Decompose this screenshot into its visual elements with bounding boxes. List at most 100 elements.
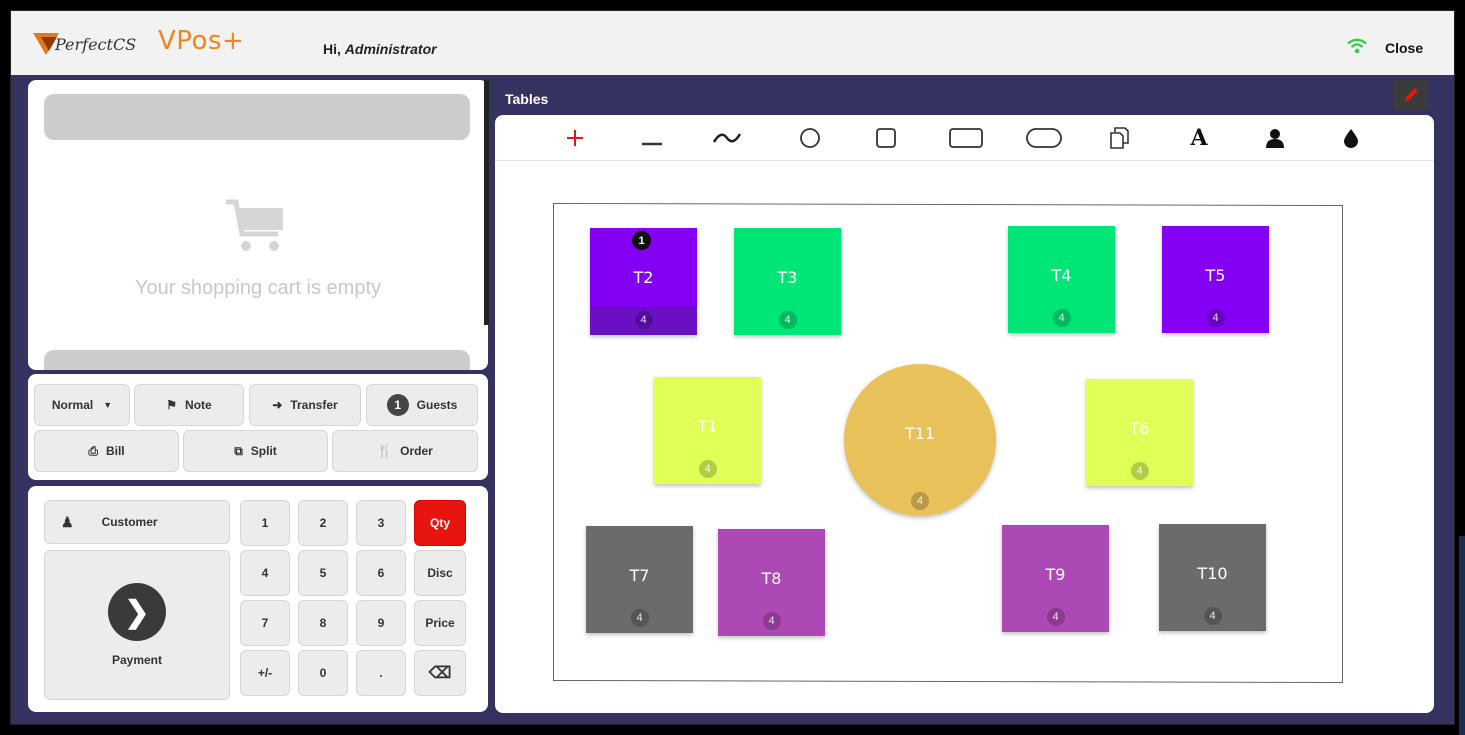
cart-panel: Your shopping cart is empty — [28, 80, 488, 370]
key-9[interactable]: 9 — [356, 600, 406, 646]
key-2[interactable]: 2 — [298, 500, 348, 546]
table-name: T9 — [1045, 565, 1066, 584]
copy-icon[interactable] — [1101, 121, 1137, 155]
payment-label: Payment — [111, 653, 163, 667]
table-name: T1 — [697, 417, 718, 436]
table-name: T4 — [1051, 266, 1072, 285]
table-t3[interactable]: T3 4 — [734, 228, 841, 335]
seat-count-badge: 4 — [634, 311, 653, 329]
table-t8[interactable]: T8 4 — [718, 529, 825, 636]
table-t10[interactable]: T10 4 — [1159, 524, 1266, 631]
printer-icon: ⎙ — [88, 443, 98, 458]
brand-name: VPos+ — [158, 26, 245, 56]
table-t1[interactable]: T1 4 — [654, 377, 761, 484]
cart-scrollbar[interactable] — [484, 80, 489, 325]
split-label: Split — [250, 444, 277, 458]
drawing-toolbar: A — [495, 115, 1434, 161]
backspace-key[interactable]: ⌫ — [414, 650, 466, 696]
key-6[interactable]: 6 — [356, 550, 406, 596]
split-button[interactable]: ⧉ Split — [183, 430, 328, 472]
table-name: T2 — [633, 268, 654, 287]
table-t2[interactable]: 1 T2 4 — [590, 228, 697, 335]
circle-icon[interactable] — [792, 121, 828, 155]
seat-count-badge: 4 — [1130, 462, 1149, 480]
order-button[interactable]: 🍴 Order — [332, 430, 478, 472]
table-t4[interactable]: T4 4 — [1008, 226, 1115, 333]
text-icon[interactable]: A — [1181, 121, 1217, 155]
table-t9[interactable]: T9 4 — [1002, 525, 1109, 632]
color-drop-icon[interactable] — [1333, 121, 1369, 155]
price-button[interactable]: Price — [414, 600, 466, 646]
decimal-key[interactable]: . — [356, 650, 406, 696]
seat-count-badge: 4 — [778, 311, 797, 329]
rounded-rectangle-icon[interactable] — [1024, 121, 1064, 155]
table-t6[interactable]: T6 4 — [1086, 379, 1193, 486]
table-name: T10 — [1197, 564, 1228, 583]
cutlery-icon: 🍴 — [377, 444, 393, 458]
company-logo: PerfectCS — [31, 29, 136, 59]
guests-button[interactable]: 1 Guests — [366, 384, 478, 426]
chevron-right-icon: ❯ — [108, 583, 166, 641]
person-icon: ♟ — [61, 513, 74, 530]
bill-label: Bill — [105, 444, 125, 458]
guests-label: Guests — [416, 398, 458, 412]
payment-button[interactable]: ❯ Payment — [44, 550, 230, 700]
table-name: T11 — [904, 424, 936, 443]
edit-layout-button[interactable] — [1394, 80, 1428, 110]
table-name: T6 — [1129, 419, 1150, 438]
order-actions-panel: Normal ▼ ⚑ Note ➜ Transfer 1 Guests ⎙ Bi… — [28, 374, 488, 480]
tables-title: Tables — [505, 91, 549, 107]
table-t5[interactable]: T5 4 — [1162, 226, 1269, 333]
seat-count-badge: 4 — [762, 612, 781, 630]
key-7[interactable]: 7 — [240, 600, 290, 646]
rectangle-icon[interactable] — [947, 121, 985, 155]
key-8[interactable]: 8 — [298, 600, 348, 646]
guests-count-badge: 1 — [386, 394, 409, 416]
pencil-icon — [1405, 88, 1418, 101]
curve-icon[interactable] — [709, 121, 745, 155]
qty-button[interactable]: Qty — [414, 500, 466, 546]
seat-count-badge: 4 — [630, 609, 649, 627]
customer-button[interactable]: ♟ Customer — [44, 500, 230, 544]
add-icon[interactable] — [557, 121, 593, 155]
greeting-prefix: Hi, — [323, 41, 345, 57]
plus-minus-key[interactable]: +/- — [240, 650, 290, 696]
shopping-cart-icon — [226, 199, 283, 251]
top-bar: PerfectCS VPos+ Hi, Administrator Close — [11, 11, 1454, 75]
key-1[interactable]: 1 — [240, 500, 290, 546]
table-name: T5 — [1205, 266, 1226, 285]
order-mode-select[interactable]: Normal ▼ — [34, 384, 130, 426]
line-icon[interactable] — [634, 121, 670, 155]
side-edge-strip — [1459, 536, 1465, 735]
note-label: Note — [185, 398, 212, 412]
logo-text: PerfectCS — [55, 34, 137, 54]
key-4[interactable]: 4 — [240, 550, 290, 596]
seat-count-badge: 4 — [1052, 309, 1071, 327]
table-layout-canvas: A 1 T2 4 T3 4 T4 4 T5 4 T1 4 T11 4 T6 4 … — [495, 115, 1434, 713]
note-button[interactable]: ⚑ Note — [134, 384, 244, 426]
cart-footer-bar — [44, 350, 470, 370]
key-5[interactable]: 5 — [298, 550, 348, 596]
split-icon: ⧉ — [234, 443, 243, 458]
seat-count-badge: 4 — [911, 492, 929, 510]
table-t11[interactable]: T11 4 — [844, 364, 996, 516]
disc-button[interactable]: Disc — [414, 550, 466, 596]
square-icon[interactable] — [868, 121, 904, 155]
wifi-icon — [1347, 38, 1367, 54]
user-greeting: Hi, Administrator — [323, 41, 437, 57]
transfer-button[interactable]: ➜ Transfer — [249, 384, 361, 426]
cart-header-bar — [44, 94, 470, 140]
chevron-down-icon: ▼ — [103, 400, 113, 410]
table-name: T7 — [629, 566, 650, 585]
table-t7[interactable]: T7 4 — [586, 526, 693, 633]
key-0[interactable]: 0 — [298, 650, 348, 696]
key-3[interactable]: 3 — [356, 500, 406, 546]
arrow-right-icon: ➜ — [272, 398, 283, 412]
customer-label: Customer — [101, 515, 158, 529]
transfer-label: Transfer — [290, 398, 338, 412]
bill-button[interactable]: ⎙ Bill — [34, 430, 179, 472]
person-icon[interactable] — [1257, 121, 1293, 155]
close-button[interactable]: Close — [1385, 40, 1423, 56]
order-label: Order — [400, 444, 433, 458]
seat-count-badge: 4 — [698, 460, 717, 478]
